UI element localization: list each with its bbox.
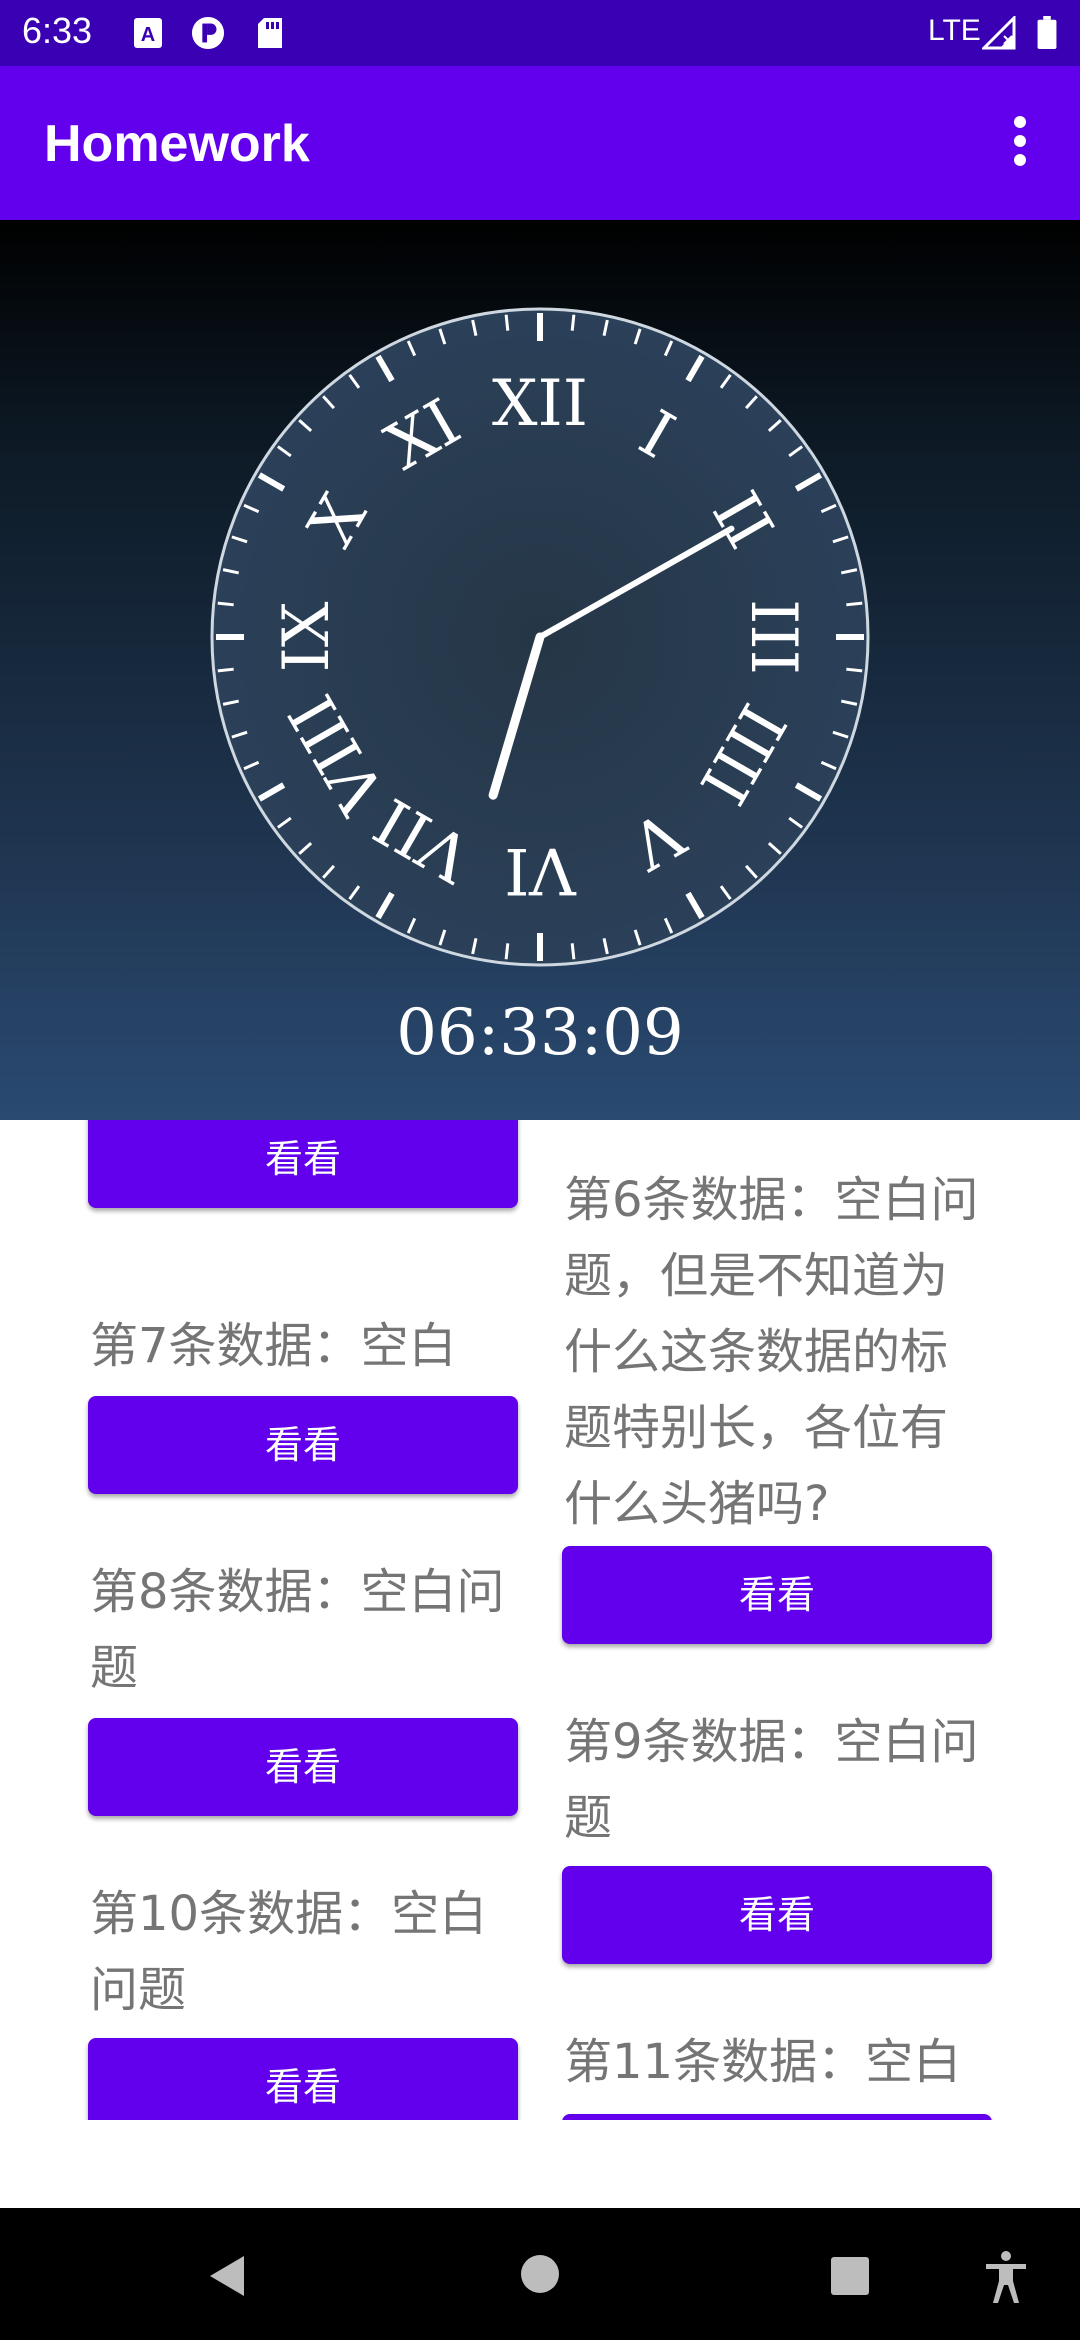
accessibility-icon[interactable]: [984, 2250, 1028, 2304]
item-title-7: 第7条数据：空白: [90, 1318, 457, 1374]
view-button[interactable]: 看看: [562, 1866, 992, 1964]
clock-tick: [846, 601, 863, 607]
clock-tick: [217, 601, 234, 607]
item-title-9: 第9条数据：空白问题: [564, 1714, 979, 1846]
item-title-6: 第6条数据：空白问题，但是不知道为什么这条数据的标题特别长，各位有什么头猪吗?: [564, 1172, 979, 1532]
view-button[interactable]: 看看: [88, 1396, 518, 1494]
clock-tick: [570, 943, 576, 960]
clock-numeral: XII: [492, 367, 588, 441]
view-button[interactable]: 看看: [562, 1546, 992, 1644]
clock-tick: [504, 943, 510, 960]
item-title-11: 第11条数据：空白: [564, 2034, 962, 2090]
circle-p-icon: [191, 16, 225, 50]
clock-numeral: VI: [504, 833, 577, 907]
signal-icon: [982, 16, 1016, 50]
status-bar: 6:33 A LTE: [0, 0, 1080, 66]
clock-tick: [570, 314, 576, 331]
view-button[interactable]: [562, 2114, 992, 2120]
battery-icon: [1037, 16, 1057, 50]
overflow-menu-icon[interactable]: [1000, 116, 1040, 176]
status-time: 6:33: [22, 10, 93, 51]
svg-text:A: A: [141, 24, 155, 46]
analog-clock: XII IIIIIIIIIIVVIVIIVIIIIXXXI: [210, 307, 870, 967]
item-title-8: 第8条数据：空白问题: [90, 1564, 505, 1696]
right-column: 第6条数据：空白问题，但是不知道为什么这条数据的标题特别长，各位有什么头猪吗? …: [562, 1120, 992, 2120]
navigation-bar: [0, 2208, 1080, 2340]
view-button[interactable]: 看看: [88, 1120, 518, 1208]
app-bar: Homework: [0, 66, 1080, 220]
clock-tick: [846, 667, 863, 673]
app-title: Homework: [44, 115, 310, 173]
clock-tick: [217, 667, 234, 673]
clock-tick: [504, 314, 510, 331]
item-title-10: 第10条数据：空白问题: [90, 1886, 488, 2018]
network-type: LTE: [928, 14, 981, 47]
sd-card-icon: [258, 18, 282, 48]
clock-panel: XII I II III IIII V VI VII VIII IX X XI 06:33:09: [0, 220, 1080, 1120]
view-button[interactable]: 看看: [88, 2038, 518, 2120]
clock-numeral: III: [736, 599, 810, 675]
left-column: 看看 第7条数据：空白 看看 第8条数据：空白问题 看看 第10条数据：空白问题…: [88, 1120, 518, 2120]
data-list[interactable]: 看看 第7条数据：空白 看看 第8条数据：空白问题 看看 第10条数据：空白问题…: [0, 1120, 1080, 2120]
home-icon[interactable]: [520, 2254, 560, 2294]
recents-icon[interactable]: [830, 2256, 870, 2296]
back-icon[interactable]: [204, 2252, 248, 2300]
clock-numeral: IX: [270, 601, 344, 672]
digital-time: 06:33:09: [396, 996, 684, 1070]
view-button[interactable]: 看看: [88, 1718, 518, 1816]
font-icon: A: [134, 18, 162, 48]
